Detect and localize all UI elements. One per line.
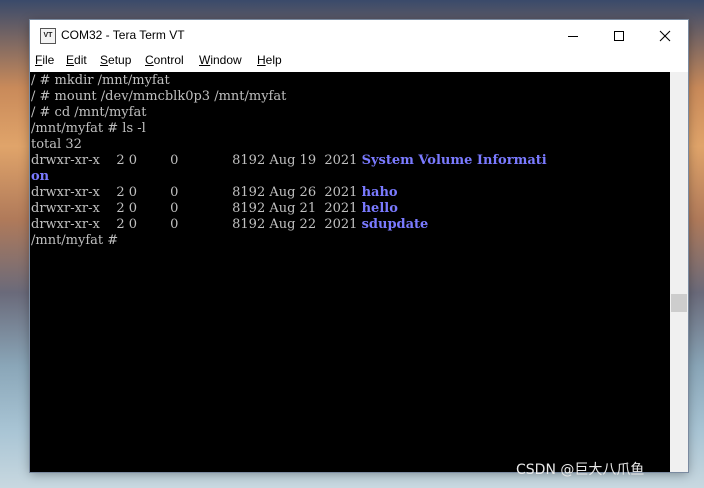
minimize-icon	[568, 36, 578, 37]
maximize-button[interactable]	[596, 20, 642, 52]
maximize-icon	[614, 31, 624, 41]
menu-help-key: H	[257, 53, 266, 67]
terminal-line: / # mkdir /mnt/myfat	[31, 73, 170, 88]
vertical-scrollbar[interactable]	[670, 72, 688, 472]
menu-edit-label: dit	[74, 53, 87, 67]
close-icon	[659, 30, 671, 42]
menu-help[interactable]: Help	[257, 53, 282, 67]
menu-setup-label: etup	[108, 53, 132, 67]
menu-file-label: ile	[42, 53, 55, 67]
entry-meta: drwxr-xr-x 2 0 0 8192 Aug 19 2021	[31, 153, 362, 168]
ls-entry-row: drwxr-xr-x 2 0 0 8192 Aug 19 2021 System…	[31, 153, 547, 169]
menu-bar: File Edit Setup Control Window Help	[30, 52, 688, 70]
directory-name: System Volume Informati	[361, 153, 547, 168]
ls-entry-row: drwxr-xr-x 2 0 0 8192 Aug 22 2021 sdupda…	[31, 217, 428, 233]
close-button[interactable]	[642, 20, 688, 52]
entry-meta: drwxr-xr-x 2 0 0 8192 Aug 26 2021	[31, 185, 362, 200]
directory-name: hello	[361, 201, 398, 216]
terminal-line: / # mount /dev/mmcblk0p3 /mnt/myfat	[31, 89, 287, 104]
menu-window[interactable]: Window	[199, 53, 242, 67]
title-bar[interactable]: VT COM32 - Tera Term VT	[30, 20, 688, 52]
entry-meta: drwxr-xr-x 2 0 0 8192 Aug 22 2021	[31, 217, 362, 232]
menu-control[interactable]: Control	[145, 53, 184, 67]
menu-window-label: indow	[210, 53, 242, 67]
menu-edit-key: E	[66, 53, 75, 67]
menu-control-key: C	[145, 53, 154, 67]
window-title: COM32 - Tera Term VT	[61, 28, 185, 42]
ls-entry-row: drwxr-xr-x 2 0 0 8192 Aug 21 2021 hello	[31, 201, 398, 217]
terminal-screen[interactable]: / # mkdir /mnt/myfat / # mount /dev/mmcb…	[30, 72, 670, 472]
entry-meta: drwxr-xr-x 2 0 0 8192 Aug 21 2021	[31, 201, 362, 216]
menu-edit[interactable]: Edit	[66, 53, 87, 67]
directory-name-wrap: on	[31, 169, 50, 184]
menu-setup-key: S	[100, 53, 109, 67]
directory-name: haho	[361, 185, 398, 200]
scrollbar-thumb[interactable]	[671, 294, 687, 312]
directory-name: sdupdate	[361, 217, 429, 232]
ls-entry-row: drwxr-xr-x 2 0 0 8192 Aug 26 2021 haho	[31, 185, 398, 201]
minimize-button[interactable]	[550, 20, 596, 52]
menu-setup[interactable]: Setup	[100, 53, 131, 67]
tera-term-window: VT COM32 - Tera Term VT File Edit Setup …	[30, 20, 688, 472]
terminal-line: /mnt/myfat # ls -l	[31, 121, 146, 136]
terminal-line: / # cd /mnt/myfat	[31, 105, 147, 120]
menu-help-label: elp	[265, 53, 282, 67]
menu-control-label: ontrol	[153, 53, 184, 67]
csdn-watermark: CSDN @巨大八爪鱼	[516, 462, 645, 478]
terminal-line: total 32	[31, 137, 82, 152]
menu-file[interactable]: File	[35, 53, 54, 67]
ls-entry-wrap: on	[31, 169, 49, 185]
teraterm-app-icon[interactable]: VT	[40, 28, 56, 44]
shell-prompt: /mnt/myfat #	[31, 233, 123, 248]
menu-window-key: W	[199, 53, 211, 67]
